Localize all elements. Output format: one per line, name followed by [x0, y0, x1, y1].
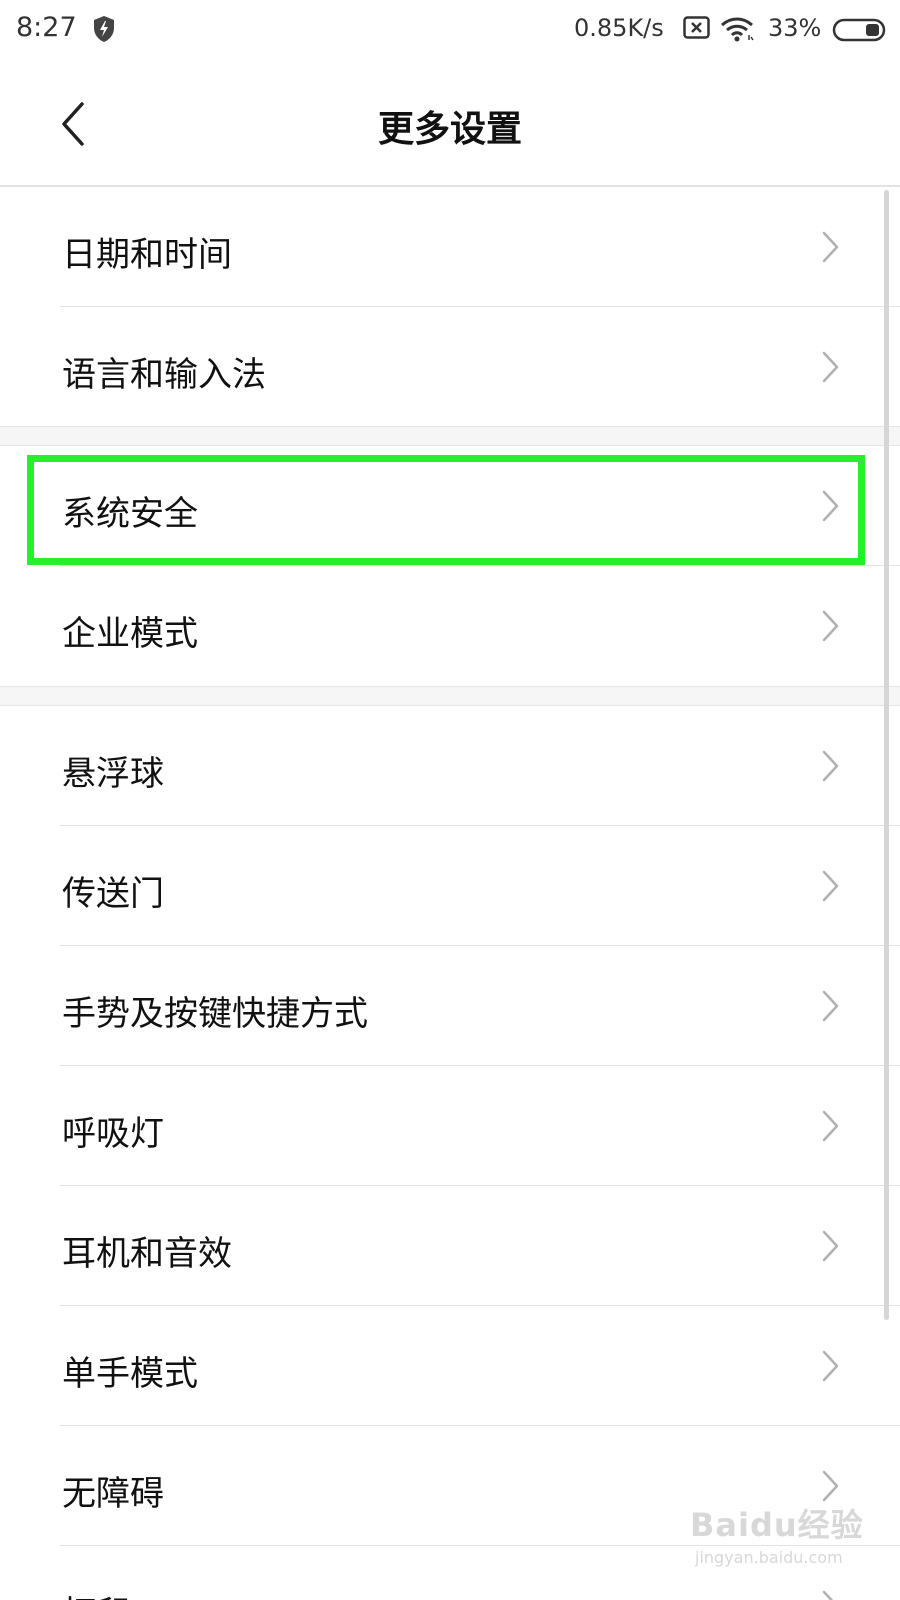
settings-item-enterprise-mode[interactable]: 企业模式	[0, 566, 900, 685]
settings-item-label: 呼吸灯	[62, 1114, 164, 1154]
settings-item-label: 企业模式	[62, 614, 198, 654]
settings-item-label: 无障碍	[62, 1474, 164, 1514]
scrollbar[interactable]	[884, 190, 889, 1320]
group-separator	[0, 426, 900, 446]
settings-item-one-handed-mode[interactable]: 单手模式	[0, 1306, 900, 1425]
settings-item-label: 悬浮球	[62, 754, 164, 794]
settings-item-headphones-audio[interactable]: 耳机和音效	[0, 1186, 900, 1305]
settings-item-floating-ball[interactable]: 悬浮球	[0, 706, 900, 825]
battery-percentage: 33%	[768, 14, 822, 42]
chevron-right-icon	[822, 1230, 839, 1262]
settings-item-label: 语言和输入法	[62, 355, 266, 395]
settings-item-label: 打印	[62, 1586, 130, 1600]
settings-item-label: 日期和时间	[62, 235, 232, 275]
chevron-right-icon	[822, 1350, 839, 1382]
chevron-right-icon	[822, 750, 839, 782]
chevron-right-icon	[822, 990, 839, 1022]
sim-off-icon	[683, 16, 710, 39]
chevron-right-icon	[822, 610, 839, 642]
settings-item-portal[interactable]: 传送门	[0, 826, 900, 945]
settings-item-label: 手势及按键快捷方式	[62, 994, 368, 1034]
header: 更多设置	[0, 60, 900, 187]
wifi-icon	[721, 17, 754, 42]
settings-item-label: 传送门	[62, 874, 164, 914]
group-separator	[0, 686, 900, 706]
page-title: 更多设置	[377, 109, 522, 150]
settings-item-gesture-shortcuts[interactable]: 手势及按键快捷方式	[0, 946, 900, 1065]
status-bar: 8:27 0.85K/s 33%	[0, 0, 900, 60]
chevron-right-icon	[822, 870, 839, 902]
settings-item-breathing-light[interactable]: 呼吸灯	[0, 1066, 900, 1185]
settings-item-date-time[interactable]: 日期和时间	[0, 187, 900, 306]
chevron-right-icon	[822, 1590, 834, 1600]
watermark-logo: Baidu经验	[690, 1506, 864, 1544]
chevron-right-icon	[822, 351, 839, 383]
highlight-box	[27, 455, 865, 565]
settings-item-label: 耳机和音效	[62, 1234, 232, 1274]
battery-icon	[832, 18, 886, 42]
chevron-right-icon	[822, 231, 839, 263]
shield-bolt-icon	[94, 16, 114, 42]
watermark-url: jingyan.baidu.com	[695, 1548, 843, 1567]
settings-item-language-input[interactable]: 语言和输入法	[0, 307, 900, 426]
settings-item-label: 单手模式	[62, 1354, 198, 1394]
status-time: 8:27	[16, 12, 77, 43]
chevron-right-icon	[822, 1110, 839, 1142]
network-speed: 0.85K/s	[574, 14, 664, 42]
